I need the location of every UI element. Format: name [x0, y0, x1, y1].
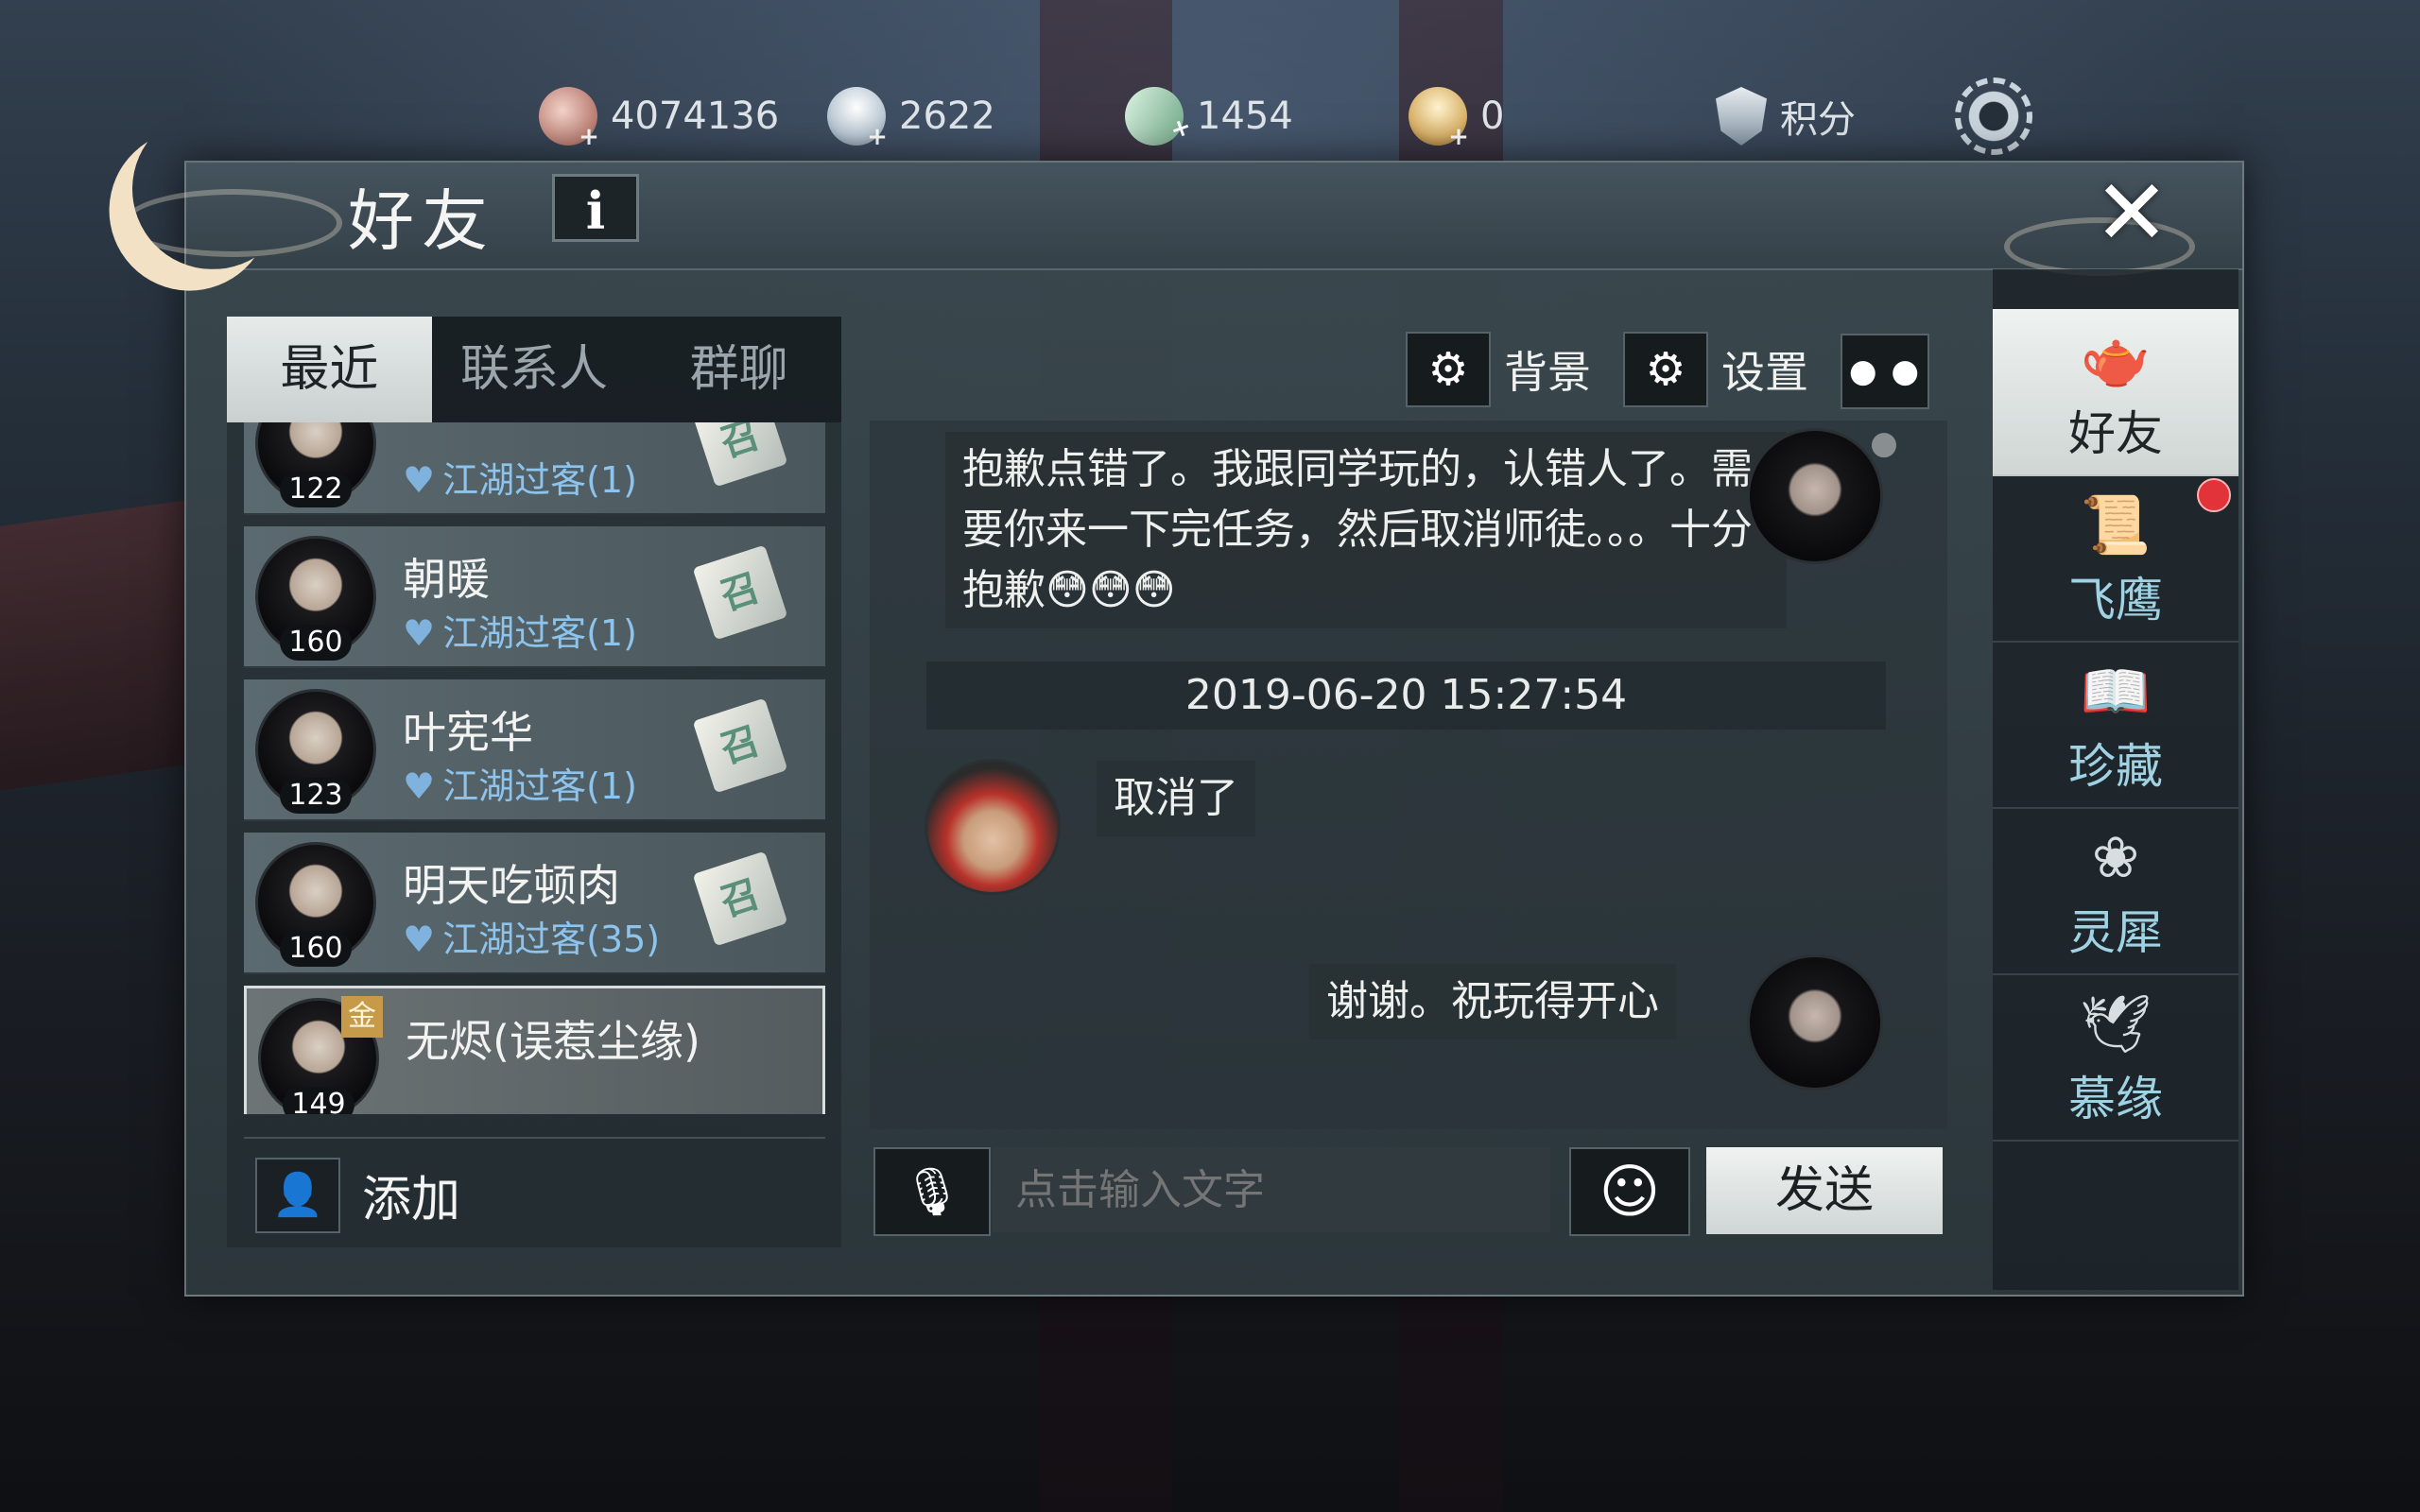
heart-icon: ♥ — [403, 765, 436, 807]
chat-input-bar: 🎙 ☺ 发送 — [870, 1143, 1947, 1238]
jade-currency[interactable]: + 1454 — [1116, 78, 1293, 154]
contact-name: 叶宪华 — [403, 707, 533, 758]
tab-contacts[interactable]: 联系人 — [432, 317, 637, 422]
avatar — [1747, 428, 1883, 564]
relation-text: 江湖过客(1) — [442, 612, 637, 654]
silver-amount: 2622 — [899, 94, 995, 138]
heart-icon: ♥ — [403, 612, 436, 654]
message-input[interactable] — [993, 1147, 1550, 1232]
contact-tabs: 最近 联系人 群聊 — [227, 317, 841, 422]
side-nav: 🫖 好友 📜 飞鹰 📖 珍藏 ❀ 灵犀 🕊 慕缘 — [1993, 269, 2238, 1290]
send-button[interactable]: 发送 — [1706, 1147, 1943, 1234]
close-icon[interactable]: ✕ — [2080, 161, 2184, 265]
level-badge: 160 — [280, 625, 352, 661]
contact-name: 朝暖 — [403, 554, 490, 605]
contact-column: 最近 联系人 群聊 122 ♥ 江湖过客(1) 召 160 朝暖 ♥ 江湖过客(1)… — [227, 317, 841, 1247]
silver-currency[interactable]: + 2622 — [827, 83, 995, 149]
message-view[interactable]: 抱歉点错了。我跟同学玩的，认错人了。需要你来一下完任务，然后取消师徒。。。十分抱… — [870, 421, 1947, 1129]
summon-scroll-icon[interactable]: 召 — [692, 850, 788, 947]
relation-tag: ♥ 江湖过客(35) — [403, 910, 660, 962]
message-bubble: 谢谢。祝玩得开心 — [1309, 964, 1676, 1040]
copper-currency[interactable]: + 4074136 — [539, 83, 779, 149]
level-badge: 122 — [280, 472, 352, 507]
gear-icon: ⚙ — [1406, 332, 1491, 407]
contact-list[interactable]: 122 ♥ 江湖过客(1) 召 160 朝暖 ♥ 江湖过客(1) 召 123 叶宪华… — [244, 422, 825, 1114]
relation-tag: ♥ 江湖过客(1) — [403, 451, 637, 503]
gold-amount: 0 — [1480, 94, 1505, 138]
contact-row[interactable]: 123 叶宪华 ♥ 江湖过客(1) 召 — [244, 679, 825, 821]
add-friend-bar[interactable]: 👤 添加 — [244, 1137, 825, 1243]
book-icon: 📖 — [2080, 659, 2152, 725]
gold-ingot-icon: + — [1409, 87, 1469, 149]
add-user-icon[interactable]: 👤 — [255, 1158, 340, 1233]
info-button[interactable]: i — [552, 174, 639, 242]
contact-name: 明天吃顿肉 — [403, 860, 620, 911]
relation-text: 江湖过客(35) — [442, 919, 661, 960]
copper-amount: 4074136 — [611, 94, 780, 138]
summon-scroll-icon[interactable]: 召 — [692, 422, 788, 488]
nav-label: 好友 — [2068, 406, 2163, 461]
nav-label: 飞鹰 — [2068, 573, 2163, 627]
summon-scroll-icon[interactable]: 召 — [692, 544, 788, 641]
tab-group-chat[interactable]: 群聊 — [636, 317, 841, 422]
scroll-icon: 📜 — [2080, 492, 2152, 558]
gold-currency[interactable]: + 0 — [1409, 83, 1504, 149]
background-button[interactable]: ⚙ 背景 — [1406, 332, 1591, 407]
background-label: 背景 — [1504, 347, 1591, 398]
jade-amount: 1454 — [1197, 94, 1293, 138]
points-label: 积分 — [1780, 98, 1856, 142]
system-settings-icon[interactable] — [1955, 77, 2032, 155]
contact-row[interactable]: 160 明天吃顿肉 ♥ 江湖过客(35) 召 — [244, 833, 825, 974]
notification-dot — [2197, 478, 2231, 512]
message-bubble: 取消了 — [1097, 761, 1255, 836]
message-bubble: 抱歉点错了。我跟同学玩的，认错人了。需要你来一下完任务，然后取消师徒。。。十分抱… — [945, 432, 1787, 628]
settings-button[interactable]: ⚙ 设置 — [1623, 332, 1808, 407]
nav-collection[interactable]: 📖 珍藏 — [1993, 642, 2238, 809]
silver-ingot-icon: + — [827, 87, 888, 149]
level-badge: 123 — [280, 778, 352, 814]
heart-icon: ♥ — [403, 459, 436, 501]
nav-friends[interactable]: 🫖 好友 — [1993, 309, 2238, 476]
more-menu-icon[interactable]: ● ● ● — [1841, 334, 1929, 462]
nav-label: 珍藏 — [2068, 739, 2163, 794]
message-timestamp: 2019-06-20 15:27:54 — [926, 662, 1886, 730]
teapot-icon: 🫖 — [2080, 326, 2152, 392]
microphone-icon[interactable]: 🎙 — [873, 1147, 991, 1236]
crane-icon: 🕊 — [2079, 991, 2152, 1057]
heart-icon: ♥ — [403, 919, 436, 960]
add-friend-label[interactable]: 添加 — [362, 1160, 460, 1230]
gear-icon: ⚙ — [1623, 332, 1708, 407]
nav-label: 慕缘 — [2068, 1072, 2163, 1126]
contact-row[interactable]: 160 朝暖 ♥ 江湖过客(1) 召 — [244, 526, 825, 668]
nav-muyuan[interactable]: 🕊 慕缘 — [1993, 974, 2238, 1142]
avatar — [1747, 954, 1883, 1091]
tab-recent[interactable]: 最近 — [227, 317, 432, 422]
relation-tag: ♥ 江湖过客(1) — [403, 604, 637, 656]
avatar — [925, 759, 1061, 895]
level-badge: 149 — [283, 1087, 354, 1114]
gold-badge: 金 — [341, 996, 383, 1038]
level-badge: 160 — [280, 931, 352, 967]
contact-row-selected[interactable]: 金 149 无烬(误惹尘缘) — [244, 986, 825, 1114]
ornament-icon: ❀ — [2091, 825, 2140, 891]
chat-area: ⚙ 背景 ⚙ 设置 ● ● ● 抱歉点错了。我跟同学玩的，认错人了。需要你来一下… — [870, 317, 1947, 1247]
relation-tag: ♥ 江湖过客(1) — [403, 757, 637, 809]
summon-scroll-icon[interactable]: 召 — [692, 697, 788, 794]
points-shield-icon — [1716, 87, 1767, 146]
contact-name: 无烬(误惹尘缘) — [406, 1016, 700, 1067]
relation-text: 江湖过客(1) — [442, 459, 637, 501]
emoji-icon[interactable]: ☺ — [1569, 1147, 1690, 1236]
points-button[interactable]: 积分 — [1716, 83, 1856, 149]
nav-lingxi[interactable]: ❀ 灵犀 — [1993, 808, 2238, 975]
settings-label: 设置 — [1721, 347, 1808, 398]
contact-row[interactable]: 122 ♥ 江湖过客(1) 召 — [244, 422, 825, 515]
relation-text: 江湖过客(1) — [442, 765, 637, 807]
nav-label: 灵犀 — [2068, 905, 2163, 960]
copper-coin-icon: + — [539, 87, 599, 149]
panel-title: 好友 — [348, 182, 495, 260]
jade-icon: + — [1116, 78, 1196, 154]
